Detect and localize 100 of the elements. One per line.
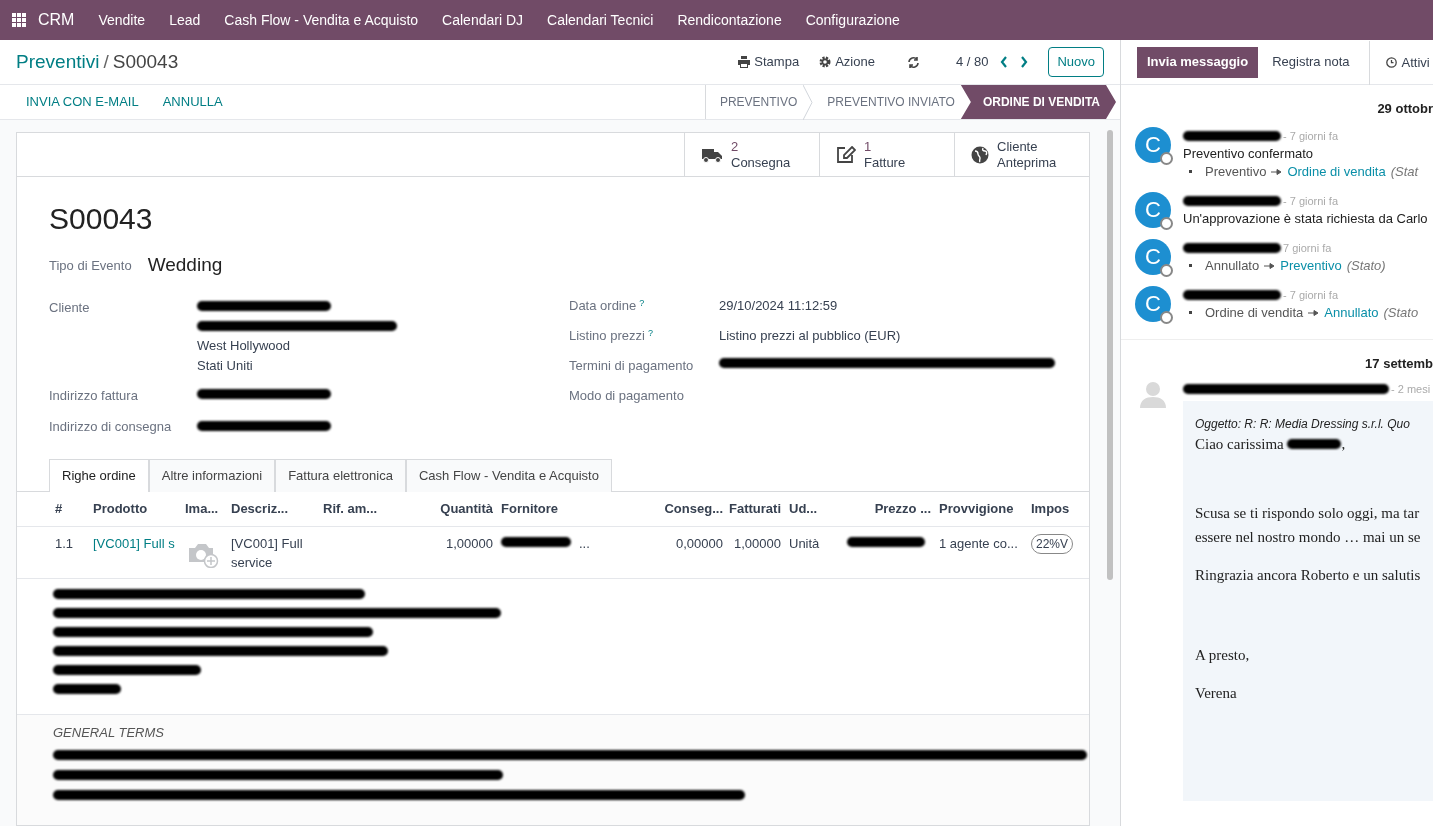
redaction-mark bbox=[1287, 438, 1342, 449]
field-value: 29/10/2024 11:12:59 bbox=[719, 297, 838, 314]
app-name[interactable]: CRM bbox=[38, 8, 75, 32]
column-header[interactable]: Quantità bbox=[423, 498, 493, 519]
menu-item[interactable]: Lead bbox=[169, 9, 201, 31]
status-icon bbox=[1160, 151, 1173, 165]
email-text: Verena bbox=[1195, 684, 1238, 703]
breadcrumb-separator: / bbox=[103, 49, 109, 74]
smart-button[interactable]: 1 Fatture bbox=[819, 133, 954, 176]
message-body: Preventivo confermato bbox=[1183, 144, 1315, 163]
field-label: Modo di pagamento bbox=[569, 387, 684, 404]
refresh-icon[interactable] bbox=[906, 55, 920, 69]
column-header[interactable]: Fatturati bbox=[723, 498, 781, 519]
form-tab[interactable]: Altre informazioni bbox=[148, 458, 276, 492]
arrow-right-icon bbox=[1264, 262, 1276, 269]
order-line-row[interactable]: 1.1 [VC001] Full s [VC001] Full service 1,00000 ... 0,00000 1,00000 Unità 1 agente co... 22%V bbox=[17, 526, 1089, 579]
column-header[interactable]: Prezzo ... bbox=[831, 498, 931, 519]
user-avatar: C bbox=[1135, 238, 1171, 275]
arrow-right-icon bbox=[1271, 168, 1283, 175]
column-header[interactable]: Ima... bbox=[185, 498, 231, 519]
user-avatar: C bbox=[1135, 126, 1171, 163]
menu-item[interactable]: Vendite bbox=[98, 9, 146, 31]
field-label: Data ordine bbox=[569, 297, 637, 314]
form-tab[interactable]: Cash Flow - Vendita e Acquisto bbox=[405, 458, 612, 492]
form-tab[interactable]: Fattura elettronica bbox=[275, 458, 406, 492]
field-label: Indirizzo fattura bbox=[49, 386, 139, 405]
smart-label: Cliente bbox=[997, 138, 1039, 155]
menu-item[interactable]: Cash Flow - Vendita e Acquisto bbox=[224, 9, 419, 31]
edit-icon bbox=[836, 145, 856, 164]
field-label: Indirizzo di consegna bbox=[49, 418, 173, 436]
bullet-icon bbox=[1189, 170, 1192, 173]
status-stage[interactable]: ORDINE DI VENDITA bbox=[960, 85, 1116, 119]
next-icon[interactable] bbox=[1020, 56, 1029, 68]
record-title: S00043 bbox=[49, 201, 154, 237]
smart-label: Anteprima bbox=[997, 154, 1057, 171]
status-icon bbox=[1160, 310, 1173, 324]
bullet-icon bbox=[1189, 264, 1192, 267]
header-button[interactable]: ANNULLA bbox=[162, 92, 223, 112]
menu-item[interactable]: Rendicontazione bbox=[677, 9, 782, 31]
chatter-button[interactable]: Invia messaggio bbox=[1137, 46, 1259, 78]
column-header[interactable]: Descriz... bbox=[231, 498, 323, 519]
table-cell-text: 0,00000 bbox=[675, 534, 723, 553]
table-cell-text: Unità bbox=[788, 534, 821, 553]
message-body: Un'approvazione è stata richiesta da Carlo bbox=[1183, 209, 1428, 228]
email-text: A presto, bbox=[1195, 646, 1251, 665]
status-icon bbox=[1160, 216, 1173, 230]
redaction-mark bbox=[501, 536, 571, 547]
smart-label: Fatture bbox=[864, 154, 906, 171]
table-cell-text: 1,00000 bbox=[445, 534, 493, 553]
new-button[interactable]: Nuovo bbox=[1048, 47, 1104, 77]
activities-button[interactable]: Attivi bbox=[1369, 40, 1430, 85]
column-header[interactable]: Prodotto bbox=[93, 498, 185, 519]
header-button[interactable]: INVIA CON E-MAIL bbox=[26, 92, 139, 112]
chatter-button[interactable]: Registra nota bbox=[1262, 46, 1360, 78]
email-subject: Oggetto: R: R: Media Dressing s.r.l. Quo bbox=[1195, 415, 1411, 433]
email-text: Ciao carissima bbox=[1195, 434, 1285, 454]
message-time: 7 giorni fa bbox=[1283, 240, 1332, 256]
printer-icon bbox=[738, 56, 751, 68]
column-header[interactable]: Ud... bbox=[781, 498, 831, 519]
date-separator: 29 ottobr bbox=[1377, 100, 1433, 118]
help-mark[interactable]: ? bbox=[639, 297, 645, 308]
column-header[interactable]: Fornitore bbox=[493, 498, 605, 519]
print-button[interactable]: Stampa bbox=[738, 52, 800, 72]
column-header[interactable]: Conseg... bbox=[605, 498, 723, 519]
apps-menu-icon[interactable] bbox=[12, 13, 26, 27]
gear-icon bbox=[819, 56, 832, 68]
message-time: - 7 giorni fa bbox=[1283, 287, 1339, 303]
new-value: Preventivo bbox=[1280, 256, 1342, 275]
truck-icon bbox=[701, 146, 723, 163]
product-link[interactable]: [VC001] Full s bbox=[93, 535, 175, 551]
message-time: - 7 giorni fa bbox=[1283, 193, 1339, 209]
field-name: (Stato bbox=[1383, 303, 1419, 322]
new-value: Ordine di vendita bbox=[1287, 162, 1386, 181]
field-label: Termini di pagamento bbox=[569, 357, 694, 374]
user-avatar: C bbox=[1135, 191, 1171, 228]
column-header[interactable]: Rif. am... bbox=[323, 498, 423, 519]
breadcrumb-link[interactable]: Preventivi bbox=[16, 47, 100, 77]
menu-item[interactable]: Calendari Tecnici bbox=[547, 9, 654, 31]
menu-item[interactable]: Configurazione bbox=[805, 9, 900, 31]
scrollbar[interactable] bbox=[1107, 130, 1113, 580]
form-tab[interactable]: Righe ordine bbox=[49, 458, 149, 492]
help-mark[interactable]: ? bbox=[647, 327, 653, 338]
action-button[interactable]: Azione bbox=[819, 52, 875, 72]
column-header[interactable]: # bbox=[17, 498, 93, 519]
old-value: Ordine di vendita bbox=[1205, 303, 1304, 322]
smart-button[interactable]: Cliente Anteprima bbox=[954, 133, 1089, 176]
smart-button[interactable]: 2 Consegna bbox=[684, 133, 819, 176]
record-name: S00043 bbox=[112, 49, 179, 74]
message-time: - 7 giorni fa bbox=[1283, 128, 1339, 144]
column-header[interactable]: Impos bbox=[1023, 498, 1081, 519]
table-cell-text: 1,00000 bbox=[733, 534, 781, 553]
old-value: Annullato bbox=[1205, 256, 1260, 275]
field-label: Tipo di Evento bbox=[49, 256, 132, 275]
menu-item[interactable]: Calendari DJ bbox=[442, 9, 524, 31]
smart-count: 1 bbox=[864, 138, 873, 155]
table-cell-text: 1.1 bbox=[54, 534, 75, 553]
message-time: - 2 mesi bbox=[1391, 382, 1431, 397]
previous-icon[interactable] bbox=[1000, 56, 1009, 68]
table-cell-text: [VC001] Full service bbox=[231, 534, 304, 572]
column-header[interactable]: Provvigione bbox=[931, 498, 1023, 519]
